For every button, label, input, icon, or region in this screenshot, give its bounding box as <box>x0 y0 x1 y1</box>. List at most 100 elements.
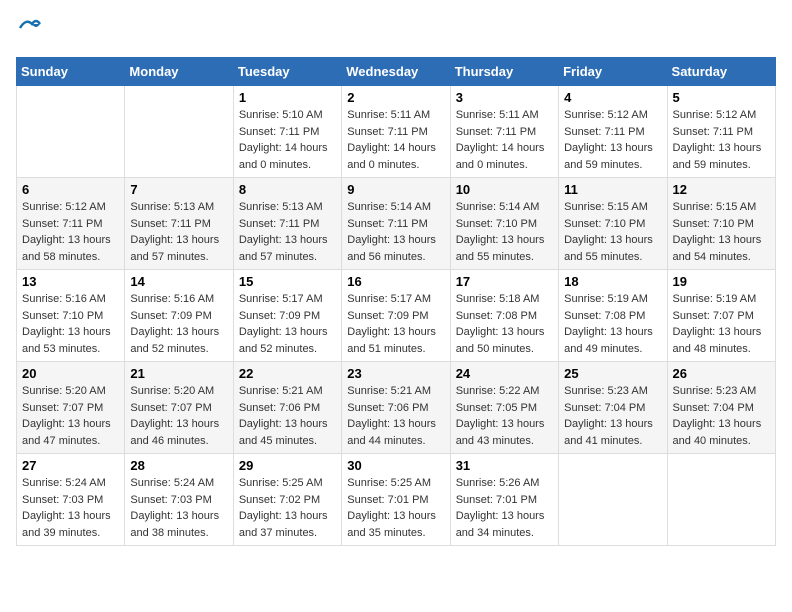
calendar-cell: 14Sunrise: 5:16 AM Sunset: 7:09 PM Dayli… <box>125 270 233 362</box>
day-detail: Sunrise: 5:10 AM Sunset: 7:11 PM Dayligh… <box>239 107 336 173</box>
calendar-cell: 4 Sunrise: 5:12 AM Sunset: 7:11 PM Daylig… <box>559 86 667 178</box>
day-detail: Sunrise: 5:17 AM Sunset: 7:09 PM Dayligh… <box>239 291 336 357</box>
day-detail: Sunrise: 5:14 AM Sunset: 7:11 PM Dayligh… <box>347 199 444 265</box>
calendar-cell: 29 Sunrise: 5:25 AM Sunset: 7:02 PM Dayli… <box>233 454 341 546</box>
day-detail: Sunrise: 5:16 AM Sunset: 7:10 PM Dayligh… <box>22 291 119 357</box>
calendar-cell: 26 Sunrise: 5:23 AM Sunset: 7:04 PM Dayli… <box>667 362 775 454</box>
day-number: 18 <box>564 274 661 289</box>
calendar-cell: 30 Sunrise: 5:25 AM Sunset: 7:01 PM Dayli… <box>342 454 450 546</box>
calendar-cell: 31Sunrise: 5:26 AM Sunset: 7:01 PM Dayli… <box>450 454 558 546</box>
day-number: 24 <box>456 366 553 381</box>
day-number: 15 <box>239 274 336 289</box>
day-detail: Sunrise: 5:14 AM Sunset: 7:10 PM Dayligh… <box>456 199 553 265</box>
calendar-week-row: 6 Sunrise: 5:12 AM Sunset: 7:11 PM Daylig… <box>17 178 776 270</box>
day-detail: Sunrise: 5:18 AM Sunset: 7:08 PM Dayligh… <box>456 291 553 357</box>
day-detail: Sunrise: 5:23 AM Sunset: 7:04 PM Dayligh… <box>564 383 661 449</box>
calendar-week-row: 1 Sunrise: 5:10 AM Sunset: 7:11 PM Daylig… <box>17 86 776 178</box>
calendar-cell: 8 Sunrise: 5:13 AM Sunset: 7:11 PM Daylig… <box>233 178 341 270</box>
calendar-cell: 9 Sunrise: 5:14 AM Sunset: 7:11 PM Daylig… <box>342 178 450 270</box>
day-number: 30 <box>347 458 444 473</box>
day-number: 5 <box>673 90 770 105</box>
day-detail: Sunrise: 5:19 AM Sunset: 7:07 PM Dayligh… <box>673 291 770 357</box>
calendar-header-row: SundayMondayTuesdayWednesdayThursdayFrid… <box>17 58 776 86</box>
day-number: 4 <box>564 90 661 105</box>
day-number: 28 <box>130 458 227 473</box>
day-number: 22 <box>239 366 336 381</box>
day-detail: Sunrise: 5:15 AM Sunset: 7:10 PM Dayligh… <box>564 199 661 265</box>
calendar-cell: 2 Sunrise: 5:11 AM Sunset: 7:11 PM Daylig… <box>342 86 450 178</box>
day-detail: Sunrise: 5:12 AM Sunset: 7:11 PM Dayligh… <box>564 107 661 173</box>
day-detail: Sunrise: 5:24 AM Sunset: 7:03 PM Dayligh… <box>130 475 227 541</box>
day-detail: Sunrise: 5:25 AM Sunset: 7:01 PM Dayligh… <box>347 475 444 541</box>
day-number: 20 <box>22 366 119 381</box>
calendar-week-row: 20 Sunrise: 5:20 AM Sunset: 7:07 PM Dayli… <box>17 362 776 454</box>
logo-icon <box>18 16 42 40</box>
calendar-cell: 18 Sunrise: 5:19 AM Sunset: 7:08 PM Dayli… <box>559 270 667 362</box>
day-of-week-header: Monday <box>125 58 233 86</box>
day-detail: Sunrise: 5:23 AM Sunset: 7:04 PM Dayligh… <box>673 383 770 449</box>
calendar-cell <box>17 86 125 178</box>
day-detail: Sunrise: 5:20 AM Sunset: 7:07 PM Dayligh… <box>130 383 227 449</box>
day-number: 17 <box>456 274 553 289</box>
calendar-cell: 1 Sunrise: 5:10 AM Sunset: 7:11 PM Daylig… <box>233 86 341 178</box>
day-detail: Sunrise: 5:11 AM Sunset: 7:11 PM Dayligh… <box>347 107 444 173</box>
calendar-cell: 27Sunrise: 5:24 AM Sunset: 7:03 PM Dayli… <box>17 454 125 546</box>
day-of-week-header: Saturday <box>667 58 775 86</box>
calendar-cell: 6 Sunrise: 5:12 AM Sunset: 7:11 PM Daylig… <box>17 178 125 270</box>
day-number: 10 <box>456 182 553 197</box>
calendar-cell: 21 Sunrise: 5:20 AM Sunset: 7:07 PM Dayli… <box>125 362 233 454</box>
day-number: 27 <box>22 458 119 473</box>
day-number: 12 <box>673 182 770 197</box>
day-detail: Sunrise: 5:17 AM Sunset: 7:09 PM Dayligh… <box>347 291 444 357</box>
day-detail: Sunrise: 5:26 AM Sunset: 7:01 PM Dayligh… <box>456 475 553 541</box>
calendar-cell <box>559 454 667 546</box>
day-detail: Sunrise: 5:12 AM Sunset: 7:11 PM Dayligh… <box>22 199 119 265</box>
day-of-week-header: Friday <box>559 58 667 86</box>
day-number: 13 <box>22 274 119 289</box>
day-detail: Sunrise: 5:21 AM Sunset: 7:06 PM Dayligh… <box>239 383 336 449</box>
calendar-cell: 16 Sunrise: 5:17 AM Sunset: 7:09 PM Dayli… <box>342 270 450 362</box>
calendar-week-row: 27 Sunrise: 5:24 AM Sunset: 7:03 PM Dayli… <box>17 454 776 546</box>
calendar-week-row: 13 Sunrise: 5:16 AM Sunset: 7:10 PM Dayli… <box>17 270 776 362</box>
day-number: 19 <box>673 274 770 289</box>
day-detail: Sunrise: 5:13 AM Sunset: 7:11 PM Dayligh… <box>130 199 227 265</box>
day-of-week-header: Thursday <box>450 58 558 86</box>
calendar-cell: 3Sunrise: 5:11 AM Sunset: 7:11 PM Daylig… <box>450 86 558 178</box>
day-number: 9 <box>347 182 444 197</box>
day-detail: Sunrise: 5:25 AM Sunset: 7:02 PM Dayligh… <box>239 475 336 541</box>
day-number: 1 <box>239 90 336 105</box>
day-number: 2 <box>347 90 444 105</box>
calendar-cell: 20 Sunrise: 5:20 AM Sunset: 7:07 PM Dayli… <box>17 362 125 454</box>
day-number: 14 <box>130 274 227 289</box>
calendar-cell <box>667 454 775 546</box>
calendar-cell: 7Sunrise: 5:13 AM Sunset: 7:11 PM Daylig… <box>125 178 233 270</box>
calendar-cell: 22 Sunrise: 5:21 AM Sunset: 7:06 PM Dayli… <box>233 362 341 454</box>
day-detail: Sunrise: 5:13 AM Sunset: 7:11 PM Dayligh… <box>239 199 336 265</box>
day-number: 25 <box>564 366 661 381</box>
calendar-cell: 11 Sunrise: 5:15 AM Sunset: 7:10 PM Dayli… <box>559 178 667 270</box>
day-number: 16 <box>347 274 444 289</box>
day-detail: Sunrise: 5:19 AM Sunset: 7:08 PM Dayligh… <box>564 291 661 357</box>
calendar-cell <box>125 86 233 178</box>
day-detail: Sunrise: 5:22 AM Sunset: 7:05 PM Dayligh… <box>456 383 553 449</box>
day-detail: Sunrise: 5:20 AM Sunset: 7:07 PM Dayligh… <box>22 383 119 449</box>
calendar-cell: 15 Sunrise: 5:17 AM Sunset: 7:09 PM Dayli… <box>233 270 341 362</box>
day-of-week-header: Tuesday <box>233 58 341 86</box>
calendar-cell: 10 Sunrise: 5:14 AM Sunset: 7:10 PM Dayli… <box>450 178 558 270</box>
calendar-cell: 13 Sunrise: 5:16 AM Sunset: 7:10 PM Dayli… <box>17 270 125 362</box>
day-of-week-header: Sunday <box>17 58 125 86</box>
day-number: 8 <box>239 182 336 197</box>
day-number: 26 <box>673 366 770 381</box>
day-number: 3 <box>456 90 553 105</box>
day-detail: Sunrise: 5:21 AM Sunset: 7:06 PM Dayligh… <box>347 383 444 449</box>
day-number: 29 <box>239 458 336 473</box>
day-number: 23 <box>347 366 444 381</box>
calendar-cell: 23 Sunrise: 5:21 AM Sunset: 7:06 PM Dayli… <box>342 362 450 454</box>
calendar-cell: 17 Sunrise: 5:18 AM Sunset: 7:08 PM Dayli… <box>450 270 558 362</box>
calendar-cell: 5Sunrise: 5:12 AM Sunset: 7:11 PM Daylig… <box>667 86 775 178</box>
calendar-table: SundayMondayTuesdayWednesdayThursdayFrid… <box>16 57 776 546</box>
day-number: 21 <box>130 366 227 381</box>
day-number: 6 <box>22 182 119 197</box>
day-number: 11 <box>564 182 661 197</box>
page-header <box>16 16 776 45</box>
